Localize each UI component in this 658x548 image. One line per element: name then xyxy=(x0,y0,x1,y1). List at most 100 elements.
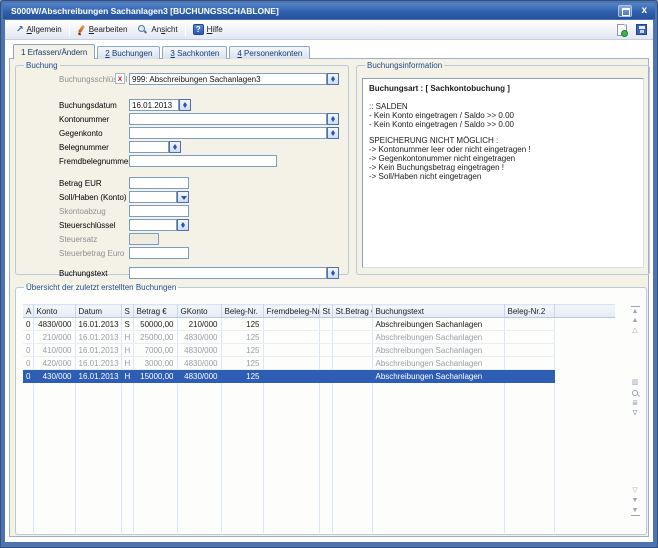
spinner-icon[interactable] xyxy=(327,127,339,139)
table-row[interactable]: 0 4830/000 16.01.2013 S 50000,00 210/000… xyxy=(23,318,615,331)
uebersicht-group-title: Übersicht der zuletzt erstellten Buchung… xyxy=(24,283,178,292)
spinner-icon[interactable] xyxy=(177,219,189,231)
gegenkonto-combo[interactable] xyxy=(129,127,327,139)
fremdbelegnummer-input[interactable] xyxy=(129,155,277,167)
buchungstext-combo[interactable] xyxy=(129,267,327,279)
column-header[interactable]: S xyxy=(121,305,133,318)
tab-page: Buchung Buchungsschlüssel x Buchungsdatu… xyxy=(9,58,649,537)
tab-buchungen[interactable]: 2 Buchungen xyxy=(97,46,160,59)
dropdown-arrow-icon[interactable] xyxy=(177,191,189,203)
betrag-input[interactable] xyxy=(129,177,189,189)
field-label: Belegnummer xyxy=(59,143,129,152)
spinner-icon[interactable] xyxy=(327,267,339,279)
field-row-kontonummer: Kontonummer xyxy=(22,112,342,126)
filter-icon[interactable]: ∇ xyxy=(631,409,640,419)
field-label: Kontonummer xyxy=(59,115,129,124)
field-label: Gegenkonto xyxy=(59,129,129,138)
kontonummer-combo[interactable] xyxy=(129,113,327,125)
table-row[interactable]: 0 210/000 16.01.2013 H 25000,00 4830/000… xyxy=(23,331,615,344)
app-window: S000W/Abschreibungen Sachanlagen3 [BUCHU… xyxy=(0,0,658,548)
menu-item-ansicht[interactable]: Ansicht xyxy=(132,23,182,36)
column-header[interactable]: Datum xyxy=(75,305,121,318)
column-header[interactable]: GKonto xyxy=(177,305,221,318)
clear-icon[interactable]: x xyxy=(115,73,125,84)
column-header[interactable]: St xyxy=(319,305,332,318)
menubar: ↗ Allgemein Bearbeiten Ansicht ? Hilfe xyxy=(5,20,653,40)
field-row-buchungstext: Buchungstext xyxy=(22,266,342,280)
tab-personenkonten[interactable]: 4 Personenkonten xyxy=(229,46,310,59)
column-header[interactable]: A xyxy=(23,305,33,318)
field-label: Skontoabzug xyxy=(59,207,129,216)
menu-item-hilfe[interactable]: ? Hilfe xyxy=(188,23,228,36)
column-header[interactable]: St.Betrag € xyxy=(332,305,372,318)
search-icon[interactable] xyxy=(632,390,639,397)
field-label: Steuersatz xyxy=(59,235,129,244)
field-row-buchungsdatum: Buchungsdatum xyxy=(22,98,342,112)
info-line: -> Soll/Haben nicht eingetragen xyxy=(369,172,637,181)
field-row-fremdbelegnummer: Fremdbelegnummer xyxy=(22,154,342,168)
info-line: :: SALDEN xyxy=(369,102,637,111)
buchungsschluessel-combo[interactable] xyxy=(129,73,327,85)
tab-sachkonten[interactable]: 3 Sachkonten xyxy=(162,46,227,59)
move-up-icon[interactable]: ▲ xyxy=(631,316,640,326)
save-icon[interactable] xyxy=(636,24,647,35)
field-row-sollhaben: Soll/Haben (Konto) xyxy=(22,190,342,204)
magnifier-icon xyxy=(137,24,148,35)
buchungsinformation-text: Buchungsart : [ Sachkontobuchung ] :: SA… xyxy=(362,78,644,268)
page-up-icon[interactable]: △ xyxy=(631,326,640,336)
column-header[interactable]: Fremdbeleg-Nr. xyxy=(263,305,319,318)
close-icon[interactable]: x xyxy=(637,5,651,17)
buchungsdatum-input[interactable] xyxy=(129,99,179,111)
columns-icon[interactable]: ▥ xyxy=(631,378,640,388)
column-header[interactable]: Buchungstext xyxy=(372,305,504,318)
list-icon[interactable]: ≣ xyxy=(631,399,640,409)
page-down-icon[interactable]: ▽ xyxy=(631,486,640,496)
field-row-belegnummer: Belegnummer xyxy=(22,140,342,154)
steuersatz-input xyxy=(129,233,159,245)
info-line: SPEICHERUNG NICHT MÖGLICH : xyxy=(369,136,637,145)
field-label: Steuerschlüssel xyxy=(59,221,129,230)
info-line: -> Kein Buchungsbetrag eingetragen ! xyxy=(369,163,637,172)
window-title: S000W/Abschreibungen Sachanlagen3 [BUCHU… xyxy=(11,6,618,16)
steuerbetrag-input[interactable] xyxy=(129,247,189,259)
spinner-icon[interactable] xyxy=(179,99,191,111)
table-row[interactable]: 0 420/000 16.01.2013 H 3000,00 4830/000 … xyxy=(23,357,615,370)
menu-item-bearbeiten[interactable]: Bearbeiten xyxy=(72,23,133,36)
buchungsinformation-group-title: Buchungsinformation xyxy=(365,61,444,70)
belegnummer-input[interactable] xyxy=(129,141,169,153)
column-header[interactable]: Beleg-Nr.2 xyxy=(504,305,554,318)
table-empty-area xyxy=(23,383,615,533)
move-down-icon[interactable]: ▼ xyxy=(631,496,640,506)
menu-item-allgemein[interactable]: ↗ Allgemein xyxy=(11,24,67,35)
table-row[interactable]: 0 410/000 16.01.2013 H 7000,00 4830/000 … xyxy=(23,344,615,357)
info-line: - Kein Konto eingetragen / Saldo >> 0.00 xyxy=(369,120,637,129)
steuerschluessel-combo[interactable] xyxy=(129,219,177,231)
column-header-filler xyxy=(554,305,615,318)
sollhaben-combo[interactable] xyxy=(129,191,177,203)
menu-label: Ansicht xyxy=(151,25,177,34)
info-line: -> Gegenkontonummer nicht eingetragen xyxy=(369,154,637,163)
field-row-steuerschluessel: Steuerschlüssel xyxy=(22,218,342,232)
new-document-icon[interactable] xyxy=(617,24,627,36)
table-row-selected[interactable]: 0 430/000 16.01.2013 H 15000,00 4830/000… xyxy=(23,370,615,383)
info-line xyxy=(369,95,637,102)
scroll-to-bottom-icon[interactable]: ▼ xyxy=(631,506,640,516)
scroll-to-top-icon[interactable]: ▲ xyxy=(631,306,640,316)
spinner-icon[interactable] xyxy=(327,73,339,85)
field-label: Buchungsdatum xyxy=(59,101,129,110)
spinner-icon[interactable] xyxy=(169,141,181,153)
restore-icon[interactable] xyxy=(618,5,632,17)
field-label: Steuerbetrag Euro xyxy=(59,249,129,258)
arrow-ne-icon: ↗ xyxy=(16,25,24,34)
field-row-steuersatz: Steuersatz xyxy=(22,232,342,246)
buchungsinformation-group: Buchungsinformation Buchungsart : [ Sach… xyxy=(356,61,650,275)
workspace: 1 Erfassen/Ändern 2 Buchungen 3 Sachkont… xyxy=(5,41,653,542)
field-row-steuerbetrag: Steuerbetrag Euro xyxy=(22,246,342,260)
field-row-gegenkonto: Gegenkonto xyxy=(22,126,342,140)
spinner-icon[interactable] xyxy=(327,113,339,125)
column-header[interactable]: Betrag € xyxy=(133,305,177,318)
skontoabzug-input[interactable] xyxy=(129,205,189,217)
column-header[interactable]: Konto xyxy=(33,305,75,318)
column-header[interactable]: Beleg-Nr. xyxy=(221,305,263,318)
tab-erfassen-aendern[interactable]: 1 Erfassen/Ändern xyxy=(13,44,95,59)
